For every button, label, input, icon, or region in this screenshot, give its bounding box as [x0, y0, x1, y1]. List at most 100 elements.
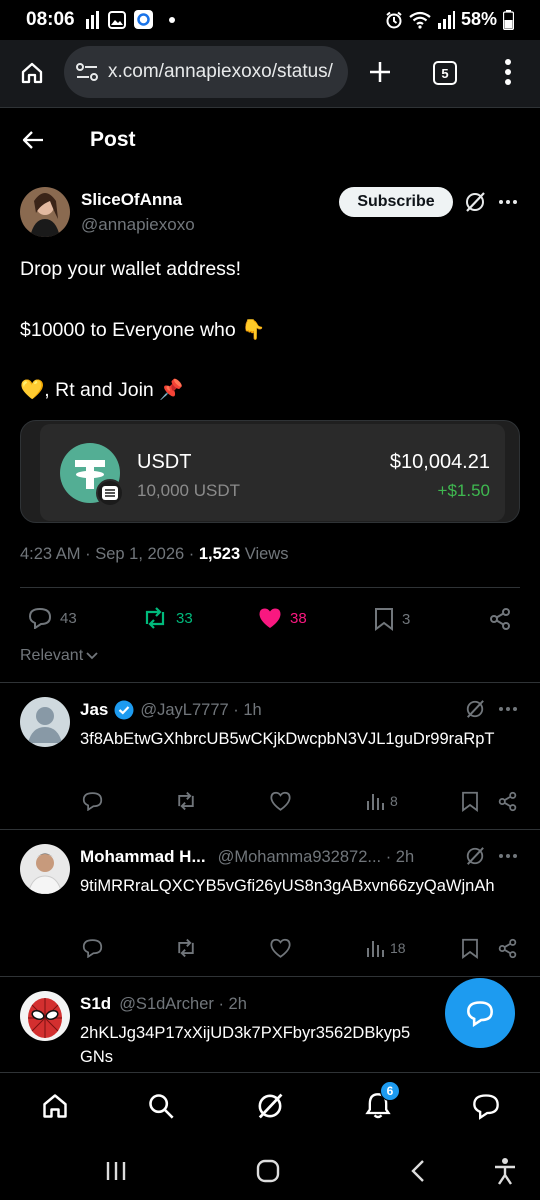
grok-icon[interactable]	[464, 191, 486, 213]
new-tab-icon[interactable]	[368, 60, 392, 84]
status-time: 08:06	[26, 9, 75, 30]
grok-icon[interactable]	[465, 846, 485, 866]
divider	[0, 976, 540, 977]
analytics-icon	[367, 794, 384, 810]
notification-count-badge: 6	[380, 1081, 400, 1101]
repost-count: 33	[176, 609, 193, 627]
post-views-count[interactable]: 1,523	[199, 545, 240, 563]
browser-home-icon[interactable]	[20, 61, 44, 85]
reply-text: 2hKLJg34P17xXijUD3k7PXFbyr3562DBkyp5	[80, 1024, 411, 1042]
bottom-nav	[0, 1072, 540, 1140]
repost-icon	[145, 607, 165, 629]
address-bar[interactable]: x.com/annapiexoxo/status/	[64, 46, 348, 98]
more-menu-icon[interactable]	[504, 59, 512, 85]
app-notification-icon	[134, 10, 153, 29]
default-avatar-icon	[20, 697, 70, 747]
share-icon[interactable]	[497, 791, 518, 812]
divider	[20, 587, 520, 588]
reply-handle[interactable]: @S1dArcher · 2h	[119, 995, 247, 1014]
heart-icon[interactable]	[270, 791, 291, 811]
heart-icon[interactable]	[270, 938, 291, 958]
reply-icon	[28, 607, 52, 629]
spider-mask-avatar-image	[20, 991, 70, 1041]
repost-icon[interactable]	[175, 938, 197, 958]
bookmark-icon	[375, 608, 393, 631]
reply-more-icon[interactable]	[498, 853, 518, 859]
home-icon[interactable]	[41, 1092, 69, 1120]
post-text-line-3: 💛, Rt and Join 📌	[20, 379, 184, 401]
reply-header: Jas @JayL7777 · 1h	[80, 700, 262, 720]
battery-icon	[503, 9, 514, 30]
grok-icon[interactable]	[465, 699, 485, 719]
cell-signal-icon	[437, 10, 455, 29]
tab-switcher-button[interactable]: 5	[433, 61, 457, 85]
wallet-change: +$1.50	[437, 481, 490, 500]
analytics-icon	[367, 941, 384, 957]
reply-avatar[interactable]	[20, 844, 70, 894]
author-avatar-image	[20, 187, 70, 237]
bookmark-count: 3	[402, 610, 411, 628]
repost-icon[interactable]	[175, 791, 197, 811]
search-icon[interactable]	[147, 1092, 175, 1120]
reply-handle[interactable]: @JayL7777 · 1h	[140, 701, 261, 720]
android-back-icon[interactable]	[410, 1159, 426, 1183]
heart-filled-icon	[259, 608, 281, 628]
alarm-icon	[386, 11, 402, 28]
reply-icon[interactable]	[82, 938, 103, 958]
android-home-icon[interactable]	[256, 1159, 280, 1183]
reply-more-icon[interactable]	[498, 706, 518, 712]
reply-author-name[interactable]: Mohammad H...	[80, 847, 206, 867]
like-button[interactable]: 38	[258, 607, 307, 629]
sort-replies-dropdown[interactable]: Relevant	[20, 647, 99, 665]
author-avatar[interactable]	[20, 187, 70, 237]
grok-icon[interactable]	[256, 1092, 284, 1120]
page-title: Post	[90, 128, 136, 151]
subscribe-button[interactable]: Subscribe	[339, 187, 453, 217]
author-handle[interactable]: @annapiexoxo	[81, 215, 195, 235]
post-time: 4:23 AM · Sep 1, 2026 ·	[20, 545, 199, 563]
author-name[interactable]: SliceOfAnna	[81, 190, 182, 210]
reply-avatar[interactable]	[20, 991, 70, 1041]
reply-views-count: 8	[390, 793, 398, 809]
reply-handle[interactable]: @Mohamma932872... · 2h	[218, 848, 415, 867]
reply-avatar[interactable]	[20, 697, 70, 747]
post-text-line-1: Drop your wallet address!	[20, 258, 242, 280]
system-nav-bar	[0, 1140, 540, 1200]
compose-reply-button[interactable]	[445, 978, 515, 1048]
site-settings-icon[interactable]	[76, 63, 98, 81]
post-timestamp: 4:23 AM · Sep 1, 2026 · 1,523 Views	[20, 545, 288, 564]
reply-author-name[interactable]: S1d	[80, 994, 111, 1014]
share-icon[interactable]	[488, 607, 512, 631]
reply-header: Mohammad H... @Mohamma932872... · 2h	[80, 847, 414, 867]
accessibility-icon[interactable]	[493, 1157, 517, 1185]
like-count: 38	[290, 609, 307, 627]
battery-percent: 58%	[460, 9, 497, 29]
reply-button[interactable]: 43	[28, 607, 77, 629]
post-text-line-2: $10000 to Everyone who 👇	[20, 319, 266, 341]
bookmark-icon[interactable]	[461, 791, 479, 812]
chevron-down-icon	[86, 652, 98, 660]
reply-text: 9tiMRRraLQXCYB5vGfi26yUS8n3gABxvn66zyQaW…	[80, 877, 495, 895]
verified-badge-icon	[114, 700, 134, 720]
status-bar: 08:06 58%	[0, 0, 540, 40]
reply-views-count: 18	[390, 940, 406, 956]
bookmark-button[interactable]: 3	[374, 607, 410, 631]
divider	[0, 829, 540, 830]
share-icon[interactable]	[497, 938, 518, 959]
reply-views[interactable]: 8	[366, 792, 398, 810]
bookmark-icon[interactable]	[461, 938, 479, 959]
back-arrow-icon[interactable]	[22, 130, 44, 150]
wallet-usd-value: $10,004.21	[389, 451, 490, 473]
url-text: x.com/annapiexoxo/status/	[108, 61, 333, 82]
divider	[0, 682, 540, 683]
recent-apps-icon[interactable]	[105, 1160, 127, 1182]
repost-button[interactable]: 33	[142, 607, 193, 629]
reply-author-name[interactable]: Jas	[80, 700, 108, 720]
wallet-token-name: USDT	[137, 451, 192, 473]
messages-icon[interactable]	[472, 1092, 500, 1120]
browser-toolbar: x.com/annapiexoxo/status/ 5	[0, 40, 540, 108]
post-views-label: Views	[240, 545, 289, 563]
reply-icon[interactable]	[82, 791, 103, 811]
post-more-icon[interactable]	[498, 199, 518, 205]
reply-views[interactable]: 18	[366, 939, 406, 957]
